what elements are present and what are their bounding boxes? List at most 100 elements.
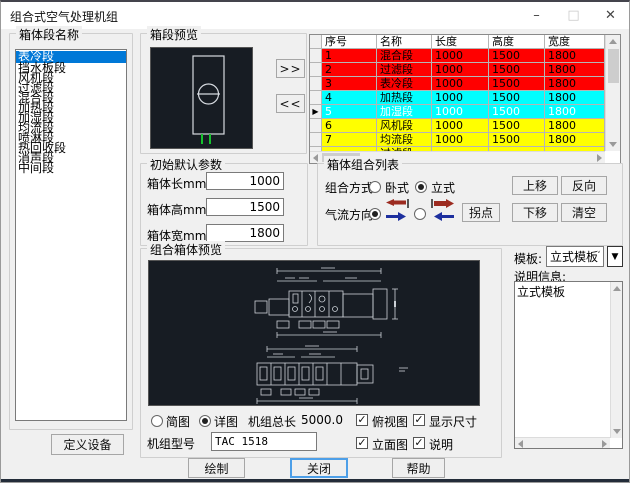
note-label[interactable]: 说明 [429,436,453,453]
row-marker[interactable] [310,133,322,147]
draw-button[interactable]: 绘制 [188,458,245,478]
info-textarea[interactable]: 立式模板 [514,281,623,449]
table-cell[interactable]: 1800 [545,91,605,105]
table-cell[interactable]: 1800 [545,105,605,119]
table-cell[interactable]: 1500 [489,133,545,147]
table-cell[interactable]: 混合段 [377,49,432,63]
elevation-label[interactable]: 立面图 [372,436,408,453]
template-dropdown[interactable]: 立式模板 ˅ [546,246,604,267]
table-vscroll-thumb[interactable] [608,49,619,83]
table-cell[interactable]: 1800 [545,119,605,133]
box-height-input[interactable] [206,198,284,216]
mode-vertical-radio[interactable] [415,181,427,193]
table-row[interactable]: 2过滤段100015001800 [310,63,620,77]
table-header-cell[interactable]: 长度 [432,35,489,49]
table-header-cell[interactable]: 高度 [489,35,545,49]
table-vertical-scrollbar[interactable] [605,35,620,151]
template-menu-button[interactable]: ▼ [607,246,623,267]
table-cell[interactable]: 1500 [489,105,545,119]
add-section-button[interactable]: >> [276,59,305,78]
unit-model-input[interactable] [211,432,317,451]
table-row[interactable]: 4加热段100015001800 [310,91,620,105]
list-item[interactable]: 中间段 [16,163,126,173]
top-view-label[interactable]: 俯视图 [372,413,408,430]
detail-drawing-radio[interactable] [199,415,211,427]
simple-drawing-radio[interactable] [151,415,163,427]
elevation-checkbox[interactable] [356,437,368,449]
show-dims-checkbox[interactable] [413,414,425,426]
define-equipment-button[interactable]: 定义设备 [51,434,124,455]
table-cell[interactable]: 3 [322,77,377,91]
close-button[interactable]: ✕ [592,2,629,28]
table-row[interactable]: 7均流段100015001800 [310,133,620,147]
table-cell[interactable]: 1800 [545,77,605,91]
clear-button[interactable]: 清空 [561,203,607,222]
info-vertical-scrollbar[interactable] [610,282,622,438]
table-header-cell[interactable]: 序号 [322,35,377,49]
table-cell[interactable]: 2 [322,63,377,77]
table-row[interactable]: 6风机段100015001800 [310,119,620,133]
minimize-button[interactable]: – [518,2,555,28]
simple-drawing-label[interactable]: 简图 [166,413,190,430]
table-cell[interactable]: 1000 [432,77,489,91]
mode-vertical-label[interactable]: 立式 [431,179,455,196]
table-cell[interactable]: 6 [322,119,377,133]
airflow-option1-radio[interactable] [369,208,381,220]
top-view-checkbox[interactable] [356,414,368,426]
maximize-button[interactable]: □ [555,2,592,28]
airflow-option2-radio[interactable] [414,208,426,220]
table-cell[interactable]: 1500 [489,119,545,133]
table-cell[interactable]: 1000 [432,119,489,133]
table-cell[interactable]: 1000 [432,49,489,63]
table-cell[interactable]: 1 [322,49,377,63]
note-checkbox[interactable] [413,437,425,449]
row-marker[interactable] [310,49,322,63]
table-cell[interactable]: 1500 [489,63,545,77]
table-cell[interactable] [310,35,322,49]
move-down-button[interactable]: 下移 [512,203,558,222]
table-cell[interactable]: 1000 [432,133,489,147]
bend-point-button[interactable]: 拐点 [462,203,500,222]
table-cell[interactable]: 加湿段 [377,105,432,119]
table-cell[interactable]: 表冷段 [377,77,432,91]
detail-drawing-label[interactable]: 详图 [214,413,238,430]
table-header-cell[interactable]: 名称 [377,35,432,49]
table-cell[interactable]: 1800 [545,133,605,147]
table-cell[interactable]: 1500 [489,77,545,91]
section-listbox[interactable]: 表冷段挡水板段风机段过滤段混合段加热段加湿段均流段喷淋段热回收段消声段中间段 [15,49,127,421]
remove-section-button[interactable]: << [276,94,305,113]
reverse-button[interactable]: 反向 [561,176,607,195]
table-header-cell[interactable]: 宽度 [545,35,605,49]
table-row[interactable]: ▶5加湿段100015001800 [310,105,620,119]
mode-horizontal-radio[interactable] [369,181,381,193]
row-marker[interactable] [310,119,322,133]
table-cell[interactable]: 1500 [489,49,545,63]
mode-horizontal-label[interactable]: 卧式 [385,179,409,196]
info-horizontal-scrollbar[interactable] [515,437,610,448]
table-cell[interactable]: 风机段 [377,119,432,133]
row-marker[interactable] [310,91,322,105]
table-cell[interactable]: 7 [322,133,377,147]
row-marker[interactable] [310,77,322,91]
table-cell[interactable]: 1000 [432,91,489,105]
close-dialog-button[interactable]: 关闭 [290,458,348,478]
show-dims-label[interactable]: 显示尺寸 [429,413,477,430]
row-marker[interactable] [310,63,322,77]
unit-section-table[interactable]: 序号名称长度高度宽度1混合段1000150018002过滤段1000150018… [309,34,621,164]
table-cell[interactable]: 1500 [489,91,545,105]
table-cell[interactable]: 1000 [432,105,489,119]
table-row[interactable]: 1混合段100015001800 [310,49,620,63]
table-cell[interactable]: 均流段 [377,133,432,147]
table-cell[interactable]: 1800 [545,63,605,77]
table-cell[interactable]: 加热段 [377,91,432,105]
help-button[interactable]: 帮助 [392,458,445,478]
table-cell[interactable]: 4 [322,91,377,105]
table-cell[interactable]: 5 [322,105,377,119]
table-cell[interactable]: 1000 [432,63,489,77]
table-cell[interactable]: 1800 [545,49,605,63]
row-marker[interactable]: ▶ [310,105,322,119]
table-cell[interactable]: 过滤段 [377,63,432,77]
table-row[interactable]: 3表冷段100015001800 [310,77,620,91]
move-up-button[interactable]: 上移 [512,176,558,195]
box-width-input[interactable] [206,224,284,242]
